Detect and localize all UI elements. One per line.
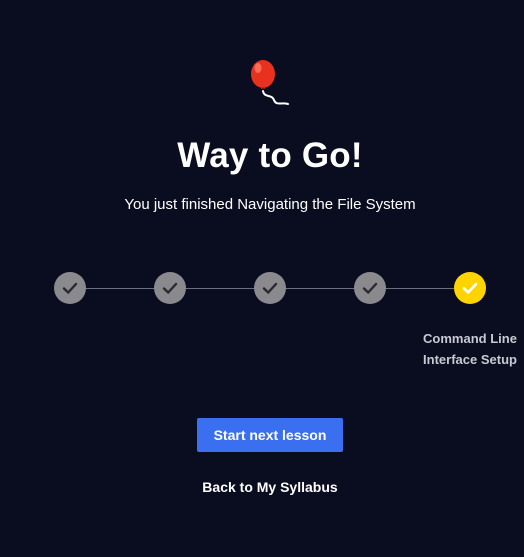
- current-step-label: Command Line Interface Setup: [423, 331, 517, 367]
- progress-step-2: [154, 272, 186, 304]
- progress-step-3: [254, 272, 286, 304]
- checkmark-icon: [262, 282, 278, 294]
- checkmark-icon: [362, 282, 378, 294]
- progress-step-5-current: [454, 272, 486, 304]
- checkmark-icon: [62, 282, 78, 294]
- checkmark-icon: [462, 282, 478, 294]
- checkmark-icon: [162, 282, 178, 294]
- progress-step-4: [354, 272, 386, 304]
- start-next-lesson-button[interactable]: Start next lesson: [197, 418, 343, 452]
- completion-message: You just finished Navigating the File Sy…: [124, 196, 416, 213]
- balloon-icon: [251, 60, 291, 107]
- lesson-complete-page: Way to Go! You just finished Navigating …: [0, 0, 524, 557]
- page-title: Way to Go!: [177, 136, 363, 175]
- progress-step-1: [54, 272, 86, 304]
- back-to-syllabus-link[interactable]: Back to My Syllabus: [170, 478, 370, 496]
